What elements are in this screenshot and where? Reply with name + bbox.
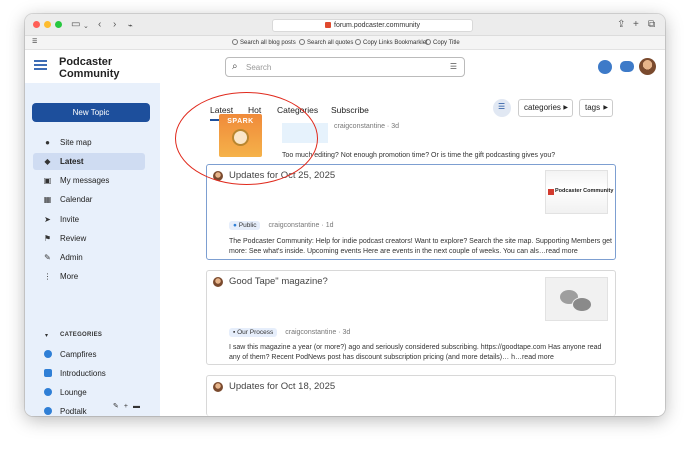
site-favicon-icon — [325, 22, 331, 28]
user-avatar[interactable] — [639, 58, 656, 75]
minimize-window-button[interactable] — [44, 21, 51, 28]
edit-pencil-icon[interactable]: ✎ — [113, 403, 124, 410]
author-avatar[interactable] — [213, 277, 223, 287]
ellipsis-vertical-icon: ⋮ — [43, 272, 52, 281]
globe-icon — [355, 39, 361, 45]
chat-bubble-icon: ● — [233, 222, 237, 229]
topic-title[interactable]: Good Tape" magazine? — [229, 276, 328, 287]
sidebar-item-site-map[interactable]: ● Site map — [33, 134, 145, 151]
flag-icon: ⚑ — [43, 234, 52, 243]
bookmarks-bar: ☰ Search all blog posts Search all quote… — [25, 36, 665, 50]
sidebar-item-latest[interactable]: ◆ Latest — [33, 153, 145, 170]
categories-dropdown[interactable]: categories ▶ — [518, 99, 573, 117]
speech-bubbles-icon — [572, 297, 592, 312]
podcaster-logo-icon — [548, 189, 554, 195]
topic-card-updates-oct-18[interactable]: Updates for Oct 18, 2025 — [206, 375, 616, 416]
new-tab-icon[interactable]: + — [633, 19, 639, 31]
add-plus-icon[interactable]: + — [124, 403, 133, 410]
categories-heading[interactable]: CATEGORIES — [60, 332, 102, 338]
globe-icon — [232, 39, 238, 45]
bookmarks-sidebar-icon[interactable]: ☰ — [32, 38, 37, 45]
share-nodes-icon — [44, 369, 52, 377]
sidebar-category-lounge[interactable]: Lounge — [33, 384, 145, 401]
topic-excerpt: I saw this magazine a year (or more?) ag… — [229, 344, 602, 361]
bookmark-copy-title[interactable]: Copy Title — [425, 39, 460, 46]
annotation-circle — [175, 92, 318, 185]
layers-icon: ◆ — [44, 157, 51, 166]
browser-toolbar: ▭ ⌄ ‹ › ⌁ forum.podcaster.community ⇪ + … — [25, 14, 665, 36]
calendar-icon: ▦ — [43, 195, 52, 204]
topic-meta: ▪ Our Process craigconstantine · 3d — [229, 328, 350, 337]
chat-bubble-icon[interactable] — [620, 61, 634, 72]
category-badge-public[interactable]: ● Public — [229, 221, 261, 230]
address-bar[interactable]: forum.podcaster.community — [272, 19, 473, 32]
gear-icon[interactable] — [598, 60, 612, 74]
tab-subscribe[interactable]: Subscribe — [331, 105, 369, 115]
new-topic-button[interactable]: New Topic — [32, 103, 150, 122]
topic-card-good-tape[interactable]: Good Tape" magazine? ▪ Our Process craigc… — [206, 270, 616, 365]
search-input[interactable]: ⌕ Search ☰ — [225, 57, 465, 77]
list-view-button[interactable]: ☰ — [493, 99, 511, 117]
headphones-icon — [44, 407, 52, 415]
site-header: Podcaster Community ⌕ Search ☰ — [25, 51, 665, 83]
topic-meta: craigconstantine · 3d — [334, 123, 400, 130]
globe-icon — [425, 39, 431, 45]
author-avatar[interactable] — [213, 382, 223, 392]
tags-dropdown[interactable]: tags ▶ — [579, 99, 613, 117]
caret-right-icon: ▶ — [563, 105, 568, 111]
search-placeholder: Search — [246, 63, 272, 72]
sidebar-item-review[interactable]: ⚑ Review — [33, 230, 145, 247]
search-filter-icon[interactable]: ☰ — [450, 62, 457, 71]
sidebar-item-invite[interactable]: ➤ Invite — [33, 211, 145, 228]
back-arrow-icon[interactable]: ‹ — [98, 19, 101, 31]
sidebar-item-calendar[interactable]: ▦ Calendar — [33, 191, 145, 208]
sidebar-item-admin[interactable]: ✎ Admin — [33, 249, 145, 266]
sidebar-category-introductions[interactable]: Introductions — [33, 365, 145, 382]
topic-meta: ● Public craigconstantine · 1d — [229, 221, 333, 230]
keyboard-icon[interactable]: ▬ — [133, 403, 145, 410]
forward-arrow-icon[interactable]: › — [113, 19, 116, 31]
topic-thumbnail[interactable]: Podcaster Community — [545, 170, 613, 214]
sidebar-item-my-messages[interactable]: ▣ My messages — [33, 172, 145, 189]
bookmark-copy-links[interactable]: Copy Links Bookmarklet — [355, 39, 428, 46]
categories-chevron-icon[interactable]: ▾ — [45, 332, 48, 339]
sidebar-category-campfires[interactable]: Campfires — [33, 346, 145, 363]
topic-title[interactable]: Updates for Oct 18, 2025 — [229, 381, 335, 392]
site: Podcaster Community ⌕ Search ☰ New Topic… — [25, 51, 665, 416]
search-icon: ⌕ — [232, 61, 238, 72]
share-icon[interactable]: ⇪ — [617, 19, 625, 31]
sidebar: New Topic ● Site map ◆ Latest ▣ My messages… — [25, 83, 160, 416]
map-pin-icon: ● — [45, 138, 50, 147]
list-icon: ☰ — [498, 102, 506, 111]
sidebar-toggle-icon[interactable]: ▭ — [71, 19, 80, 31]
inbox-icon: ▣ — [43, 176, 52, 185]
category-badge-our-process[interactable]: ▪ Our Process — [229, 328, 278, 337]
address-bar-url: forum.podcaster.community — [334, 22, 420, 29]
globe-icon — [299, 39, 305, 45]
browser-window: ▭ ⌄ ‹ › ⌁ forum.podcaster.community ⇪ + … — [25, 14, 665, 416]
category-color-icon — [44, 350, 52, 358]
wrench-icon: ✎ — [44, 253, 51, 262]
topic-thumbnail[interactable] — [545, 277, 608, 321]
tabs-overview-icon[interactable]: ⧉ — [648, 19, 655, 31]
bookmark-search-blog[interactable]: Search all blog posts — [232, 39, 296, 46]
caret-right-icon: ▶ — [603, 105, 608, 111]
paper-plane-icon: ➤ — [44, 215, 51, 224]
lock-icon: ▪ — [233, 329, 236, 336]
bookmark-search-quotes[interactable]: Search all quotes — [299, 39, 353, 46]
hamburger-menu-icon[interactable] — [34, 60, 47, 71]
site-title[interactable]: Podcaster Community — [59, 56, 139, 80]
sidebar-footer-actions: ✎+▬ — [113, 402, 145, 410]
zoom-window-button[interactable] — [55, 21, 62, 28]
rss-icon[interactable]: ⌁ — [128, 20, 133, 32]
tab-overview-chevron-icon[interactable]: ⌄ — [83, 21, 89, 33]
close-window-button[interactable] — [33, 21, 40, 28]
sofa-icon — [44, 388, 52, 396]
topic-excerpt: Too much editing? Not enough promotion t… — [282, 152, 556, 159]
sidebar-item-more[interactable]: ⋮ More — [33, 268, 145, 285]
topic-excerpt: The Podcaster Community: Help for indie … — [229, 238, 612, 255]
